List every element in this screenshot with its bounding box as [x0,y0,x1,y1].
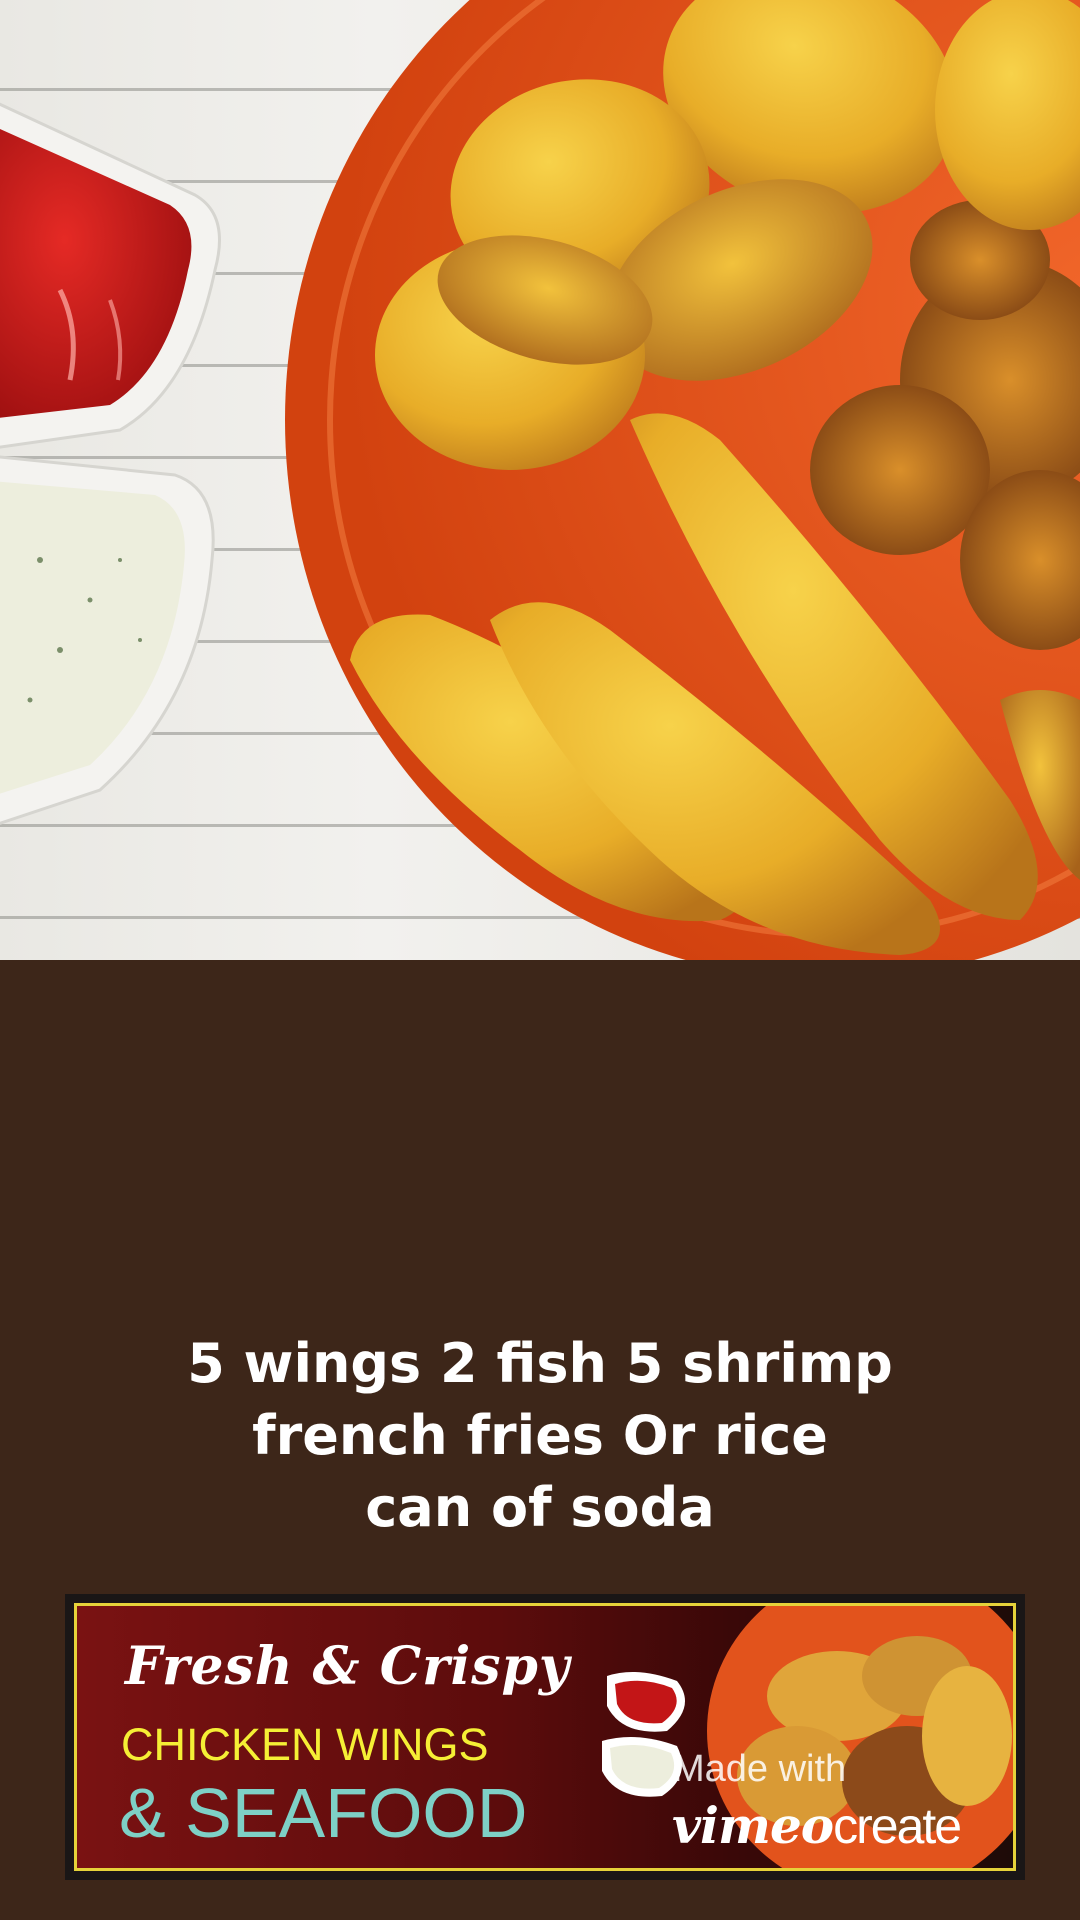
story-screen: 5 wings 2 fish 5 shrimp french fries Or … [0,0,1080,1920]
watermark-made-with: Made with [673,1748,847,1790]
banner-seafood: & SEAFOOD [119,1774,528,1852]
vimeo-wordmark: vimeo [672,1796,834,1855]
caption-line-2: french fries Or rice [252,1404,828,1467]
ranch-cup [0,455,215,825]
food-illustration [0,0,1080,960]
caption-line-1: 5 wings 2 fish 5 shrimp [187,1332,893,1395]
combo-description: 5 wings 2 fish 5 shrimp french fries Or … [0,1328,1080,1544]
banner-fresh-crispy: Fresh & Crispy [125,1636,571,1697]
food-photo [0,0,1080,960]
caption-line-3: can of soda [365,1476,715,1539]
ketchup-cup [0,102,221,449]
create-wordmark: create [833,1798,962,1854]
vimeo-create-logo: vimeocreate [672,1796,962,1866]
banner-chicken-wings: CHICKEN WINGS [121,1719,489,1770]
